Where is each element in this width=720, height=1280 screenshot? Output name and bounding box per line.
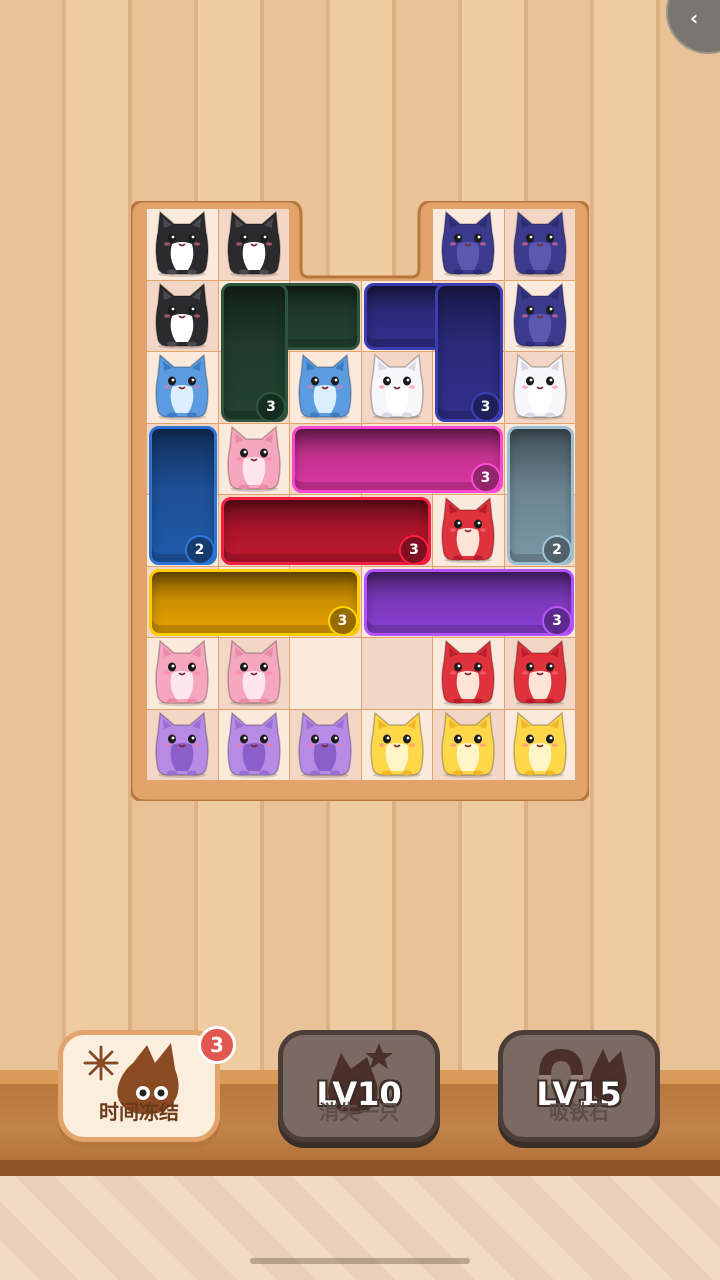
white-cat[interactable] (508, 353, 572, 421)
purple-cat[interactable] (222, 710, 286, 779)
black-cat[interactable] (150, 281, 214, 350)
red-cat[interactable] (436, 496, 500, 564)
black-cat[interactable] (222, 210, 286, 278)
time-freeze-count-badge: 3 (198, 1026, 236, 1064)
magnet-label: 吸铁石 (549, 1100, 609, 1124)
crimson-block-count-badge: 3 (399, 534, 429, 565)
violet-block-count-badge: 3 (542, 606, 572, 636)
pink-cat[interactable] (222, 639, 286, 707)
navy-cat[interactable] (508, 210, 572, 278)
red-cat[interactable] (436, 639, 500, 707)
board-cell (361, 638, 432, 709)
blue-cat[interactable] (150, 353, 214, 421)
navy-block-count-badge: 3 (470, 391, 501, 422)
red-cat[interactable] (508, 639, 572, 707)
time-freeze-label: 时间冻结 (99, 1100, 179, 1124)
tiled-floor (0, 1176, 720, 1280)
magnet-button[interactable]: LV15 吸铁石 (498, 1030, 660, 1142)
game-board: 3 3 2 3 2 3 3 3 (131, 201, 589, 801)
yellow-cat[interactable] (436, 710, 500, 779)
blue-block-count-badge: 2 (184, 534, 215, 565)
eliminate-one-label: 消失一只 (319, 1100, 399, 1124)
slate-block-count-badge: 2 (542, 534, 572, 565)
magenta-block-count-badge: 3 (470, 463, 501, 493)
blue-cat[interactable] (293, 353, 357, 421)
black-cat[interactable] (150, 210, 214, 278)
chevron-left-icon: ‹ (690, 6, 699, 30)
shelf-edge (0, 1160, 720, 1176)
board-cell (290, 638, 361, 709)
pink-cat[interactable] (222, 424, 286, 493)
pink-cat[interactable] (150, 639, 214, 707)
navy-cat[interactable] (436, 210, 500, 278)
home-indicator (250, 1258, 470, 1264)
yellow-cat[interactable] (365, 710, 429, 779)
back-button[interactable]: ‹ (666, 0, 720, 54)
dark-green-block-count-badge: 3 (256, 391, 286, 422)
gold-block-count-badge: 3 (327, 606, 358, 636)
time-freeze-button[interactable]: 时间冻结 (58, 1030, 220, 1142)
white-cat[interactable] (365, 353, 429, 421)
purple-cat[interactable] (293, 710, 357, 779)
yellow-cat[interactable] (508, 710, 572, 779)
navy-cat[interactable] (508, 281, 572, 350)
eliminate-one-button[interactable]: LV10 消失一只 (278, 1030, 440, 1142)
purple-cat[interactable] (150, 710, 214, 779)
